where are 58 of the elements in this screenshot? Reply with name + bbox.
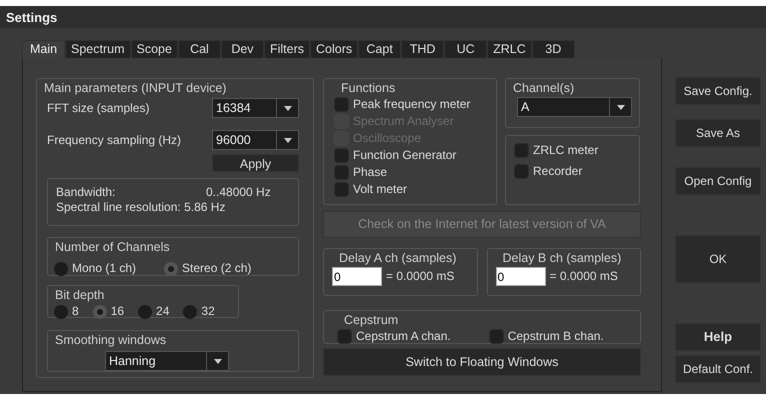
- checkbox-label: Cepstrum A chan.: [356, 329, 451, 344]
- checkbox-label: Recorder: [533, 164, 582, 179]
- dropdown[interactable]: 16384: [212, 98, 299, 118]
- checkbox-label: Function Generator: [353, 148, 456, 163]
- group-label: Delay B ch (samples): [502, 251, 622, 265]
- checkbox-label: Phase: [353, 165, 388, 180]
- checkbox-label: Cepstrum B chan.: [508, 329, 604, 344]
- tab[interactable]: Spectrum: [65, 40, 130, 58]
- group-label: Cepstrum: [343, 313, 400, 327]
- side-button[interactable]: OK: [675, 235, 761, 283]
- tab[interactable]: Filters: [264, 40, 310, 58]
- field-label: Frequency sampling (Hz): [47, 132, 182, 148]
- tab[interactable]: Capt: [358, 40, 402, 58]
- group-label: Functions: [340, 81, 396, 95]
- tab[interactable]: UC: [444, 40, 488, 58]
- delay-input[interactable]: 0: [496, 267, 546, 286]
- checkbox-label: Volt meter: [353, 182, 408, 197]
- group-label: Delay A ch (samples): [338, 251, 458, 265]
- side-button[interactable]: Help: [675, 323, 761, 351]
- side-button[interactable]: Open Config: [675, 167, 761, 195]
- radio-label: Stereo (2 ch): [182, 261, 252, 276]
- group-label: Main parameters (INPUT device): [43, 81, 228, 95]
- tab[interactable]: Cal: [178, 40, 221, 58]
- dropdown[interactable]: 96000: [212, 130, 299, 150]
- tab[interactable]: THD: [401, 40, 444, 58]
- group-label: Number of Channels: [54, 240, 171, 254]
- bandwidth-label: Bandwidth:: [56, 185, 116, 200]
- tab[interactable]: Colors: [310, 40, 358, 58]
- group-label: Bit depth: [54, 288, 106, 302]
- resolution-text: Spectral line resolution: 5.86 Hz: [56, 200, 226, 215]
- radio-label: 16: [110, 304, 124, 319]
- apply-button[interactable]: Apply: [212, 154, 299, 172]
- bandwidth-value: 0..48000 Hz: [206, 185, 271, 200]
- group-label: Smoothing windows: [54, 333, 168, 347]
- group-label: Channel(s): [512, 81, 576, 95]
- tab[interactable]: Dev: [220, 40, 264, 58]
- radio-label: 8: [72, 304, 79, 319]
- tab[interactable]: 3D: [532, 40, 575, 58]
- checkbox-label: ZRLC meter: [533, 143, 598, 158]
- side-button[interactable]: Default Conf.: [675, 355, 761, 383]
- dropdown[interactable]: Hanning: [105, 351, 229, 371]
- check-update-button: Check on the Internet for latest version of VA: [323, 211, 641, 238]
- tab[interactable]: Scope: [130, 40, 178, 58]
- radio-label: Mono (1 ch): [72, 261, 136, 276]
- side-button[interactable]: Save Config.: [675, 77, 761, 105]
- radio-label: 24: [156, 304, 170, 319]
- delay-result: = 0.0000 mS: [386, 269, 454, 284]
- dropdown[interactable]: A: [517, 97, 632, 117]
- radio-label: 32: [201, 304, 215, 319]
- delay-result: = 0.0000 mS: [550, 269, 618, 284]
- delay-input[interactable]: 0: [332, 267, 382, 286]
- tab[interactable]: Main: [22, 40, 65, 58]
- floating-windows-button[interactable]: Switch to Floating Windows: [323, 348, 641, 376]
- field-label: FFT size (samples): [47, 100, 150, 116]
- tab[interactable]: ZRLC: [487, 40, 532, 58]
- window-title: Settings: [0, 6, 766, 28]
- checkbox-label: Peak frequency meter: [353, 97, 470, 112]
- side-button[interactable]: Save As: [675, 119, 761, 147]
